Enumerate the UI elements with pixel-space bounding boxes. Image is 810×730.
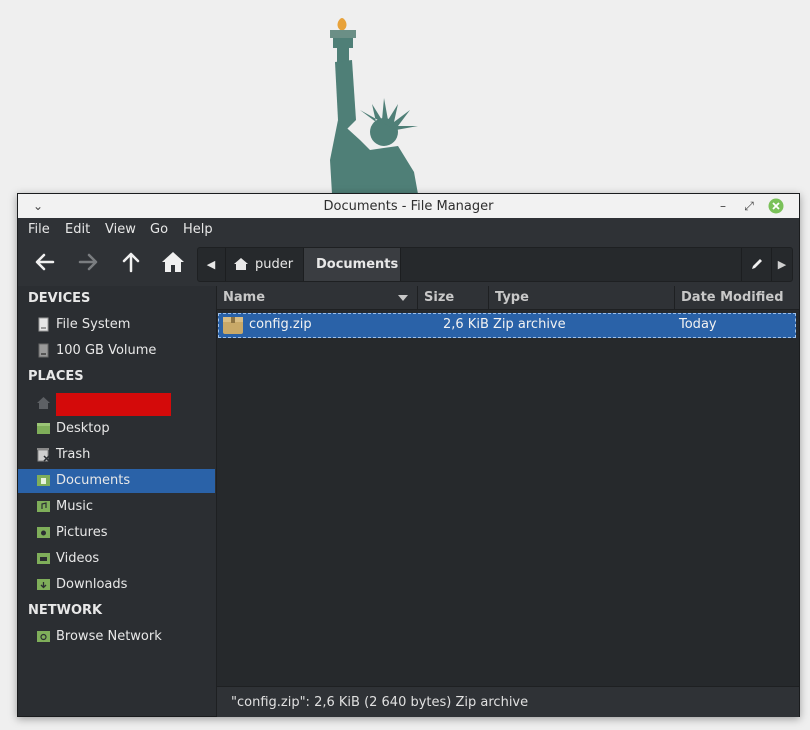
window-title: Documents - File Manager: [323, 199, 494, 214]
sidebar-item-label: Music: [56, 499, 93, 514]
maximize-icon[interactable]: ⤢: [741, 198, 757, 214]
home-icon: [234, 258, 248, 270]
menu-edit[interactable]: Edit: [65, 222, 90, 237]
status-bar: "config.zip": 2,6 KiB (2 640 bytes) Zip …: [217, 686, 799, 717]
edit-location-button[interactable]: [741, 248, 772, 281]
menu-go[interactable]: Go: [150, 222, 168, 237]
sidebar-item-label: Documents: [56, 473, 131, 488]
folder-videos-icon: [37, 553, 50, 564]
sidebar-item-trash[interactable]: Trash: [18, 443, 215, 467]
sidebar-item-volume[interactable]: 100 GB Volume: [18, 339, 215, 363]
sidebar-item-pictures[interactable]: Pictures: [18, 521, 215, 545]
column-date-modified[interactable]: Date Modified: [674, 286, 800, 309]
home-icon: [37, 397, 50, 409]
sidebar-item-music[interactable]: Music: [18, 495, 215, 519]
column-size-label: Size: [424, 290, 455, 305]
path-bar: ◀ puder Documents ▶: [197, 247, 793, 282]
arrow-left-icon: [35, 253, 55, 271]
file-manager-window: ⌄ Documents - File Manager – ⤢ File Edit…: [17, 193, 800, 717]
sidebar-item-browse-network[interactable]: Browse Network: [18, 625, 215, 649]
sidebar-item-documents[interactable]: Documents: [18, 469, 215, 493]
column-modified-label: Date Modified: [681, 290, 784, 305]
sidebar-item-downloads[interactable]: Downloads: [18, 573, 215, 597]
sidebar: DEVICES File System 100 GB Volume PLACES: [18, 286, 217, 716]
archive-icon: [223, 317, 243, 334]
sidebar-item-label: Downloads: [56, 577, 128, 592]
file-row[interactable]: config.zip 2,6 KiB Zip archive Today: [218, 313, 796, 338]
folder-pictures-icon: [37, 527, 50, 538]
folder-icon: [37, 423, 50, 434]
sidebar-section-devices: DEVICES: [28, 291, 91, 306]
sidebar-item-desktop[interactable]: Desktop: [18, 417, 215, 441]
path-scroll-right-button[interactable]: ▶: [771, 248, 792, 281]
home-icon: [162, 252, 184, 272]
arrow-up-icon: [122, 252, 140, 273]
titlebar[interactable]: ⌄ Documents - File Manager – ⤢: [18, 194, 799, 219]
forward-button[interactable]: [73, 247, 103, 277]
menu-help[interactable]: Help: [183, 222, 213, 237]
sidebar-item-label: Videos: [56, 551, 100, 566]
close-icon: [768, 198, 784, 214]
sidebar-item-label: Trash: [56, 447, 91, 462]
column-type[interactable]: Type: [488, 286, 674, 309]
folder-documents-icon: [37, 475, 50, 486]
menu-view[interactable]: View: [105, 222, 136, 237]
folder-music-icon: [37, 501, 50, 512]
sidebar-section-network: NETWORK: [28, 603, 103, 618]
file-modified: Today: [679, 317, 717, 332]
toolbar: ◀ puder Documents ▶: [18, 241, 799, 286]
pencil-icon: [752, 259, 762, 269]
back-button[interactable]: [30, 247, 60, 277]
sidebar-item-label: Browse Network: [56, 629, 162, 644]
trash-icon: [37, 448, 50, 462]
close-button[interactable]: [768, 198, 784, 214]
sidebar-item-home[interactable]: [18, 391, 215, 416]
up-button[interactable]: [116, 247, 146, 277]
file-type: Zip archive: [493, 317, 566, 332]
column-name[interactable]: Name: [217, 286, 416, 309]
redacted-username: [56, 393, 171, 416]
file-list[interactable]: Name Size Type Date Modified config.zip …: [217, 286, 799, 686]
sidebar-section-places: PLACES: [28, 369, 84, 384]
sidebar-item-videos[interactable]: Videos: [18, 547, 215, 571]
column-type-label: Type: [495, 290, 529, 305]
sort-descending-icon: [398, 295, 408, 301]
column-name-label: Name: [223, 290, 266, 305]
menubar: File Edit View Go Help: [18, 218, 799, 241]
file-name: config.zip: [249, 317, 312, 332]
menu-file[interactable]: File: [28, 222, 50, 237]
status-text: "config.zip": 2,6 KiB (2 640 bytes) Zip …: [231, 695, 529, 710]
column-size[interactable]: Size: [417, 286, 488, 309]
breadcrumb-current-label: Documents: [316, 257, 399, 272]
sidebar-item-file-system[interactable]: File System: [18, 313, 215, 337]
sidebar-item-label: 100 GB Volume: [56, 343, 157, 358]
folder-downloads-icon: [37, 579, 50, 590]
column-header-row: Name Size Type Date Modified: [217, 286, 799, 310]
sidebar-item-label: Desktop: [56, 421, 110, 436]
path-scroll-left-button[interactable]: ◀: [198, 248, 224, 281]
sidebar-item-label: Pictures: [56, 525, 108, 540]
minimize-icon[interactable]: –: [715, 198, 731, 214]
folder-network-icon: [37, 631, 50, 642]
file-size: 2,6 KiB: [443, 317, 489, 332]
sidebar-item-label: File System: [56, 317, 131, 332]
arrow-right-icon: [78, 253, 98, 271]
drive-icon: [38, 343, 49, 358]
home-button[interactable]: [158, 247, 188, 277]
breadcrumb-current[interactable]: Documents: [303, 248, 401, 281]
breadcrumb-home[interactable]: puder: [225, 248, 302, 281]
drive-icon: [38, 317, 49, 332]
breadcrumb-home-label: puder: [255, 257, 294, 272]
